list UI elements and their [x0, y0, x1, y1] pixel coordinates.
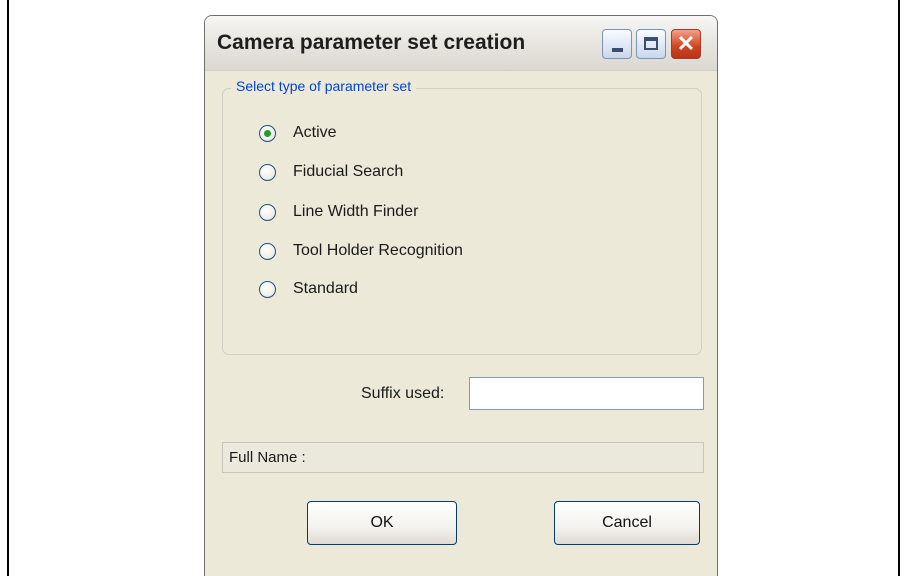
- radio-button-icon[interactable]: [259, 204, 276, 221]
- window-title: Camera parameter set creation: [217, 31, 526, 54]
- radio-button-icon[interactable]: [259, 164, 276, 181]
- cancel-button[interactable]: Cancel: [554, 501, 700, 545]
- full-name-field: Full Name :: [222, 442, 704, 473]
- suffix-input[interactable]: [469, 377, 704, 410]
- page-border-right: [898, 0, 900, 576]
- radio-button-icon[interactable]: [259, 243, 276, 260]
- minimize-button[interactable]: [602, 29, 632, 59]
- page-border-left: [7, 0, 9, 576]
- radio-label[interactable]: Tool Holder Recognition: [293, 242, 463, 260]
- radio-label[interactable]: Line Width Finder: [293, 203, 418, 221]
- full-name-label: Full Name :: [229, 449, 306, 466]
- radio-label[interactable]: Fiducial Search: [293, 163, 403, 181]
- group-legend: Select type of parameter set: [231, 78, 417, 94]
- radio-button-icon[interactable]: [259, 281, 276, 298]
- radio-button-icon[interactable]: [259, 125, 276, 142]
- ok-button[interactable]: OK: [307, 501, 457, 545]
- title-bar[interactable]: Camera parameter set creation ✕: [205, 16, 717, 71]
- maximize-icon: [644, 37, 658, 50]
- radio-selected-dot: [264, 130, 271, 137]
- close-icon: ✕: [676, 31, 696, 56]
- radio-label[interactable]: Active: [293, 124, 337, 142]
- radio-label[interactable]: Standard: [293, 280, 358, 298]
- suffix-label: Suffix used:: [361, 385, 445, 402]
- dialog-window: Camera parameter set creation ✕ Select t…: [204, 15, 718, 576]
- minimize-icon: [612, 48, 623, 52]
- close-button[interactable]: ✕: [671, 29, 701, 59]
- maximize-button[interactable]: [636, 29, 666, 59]
